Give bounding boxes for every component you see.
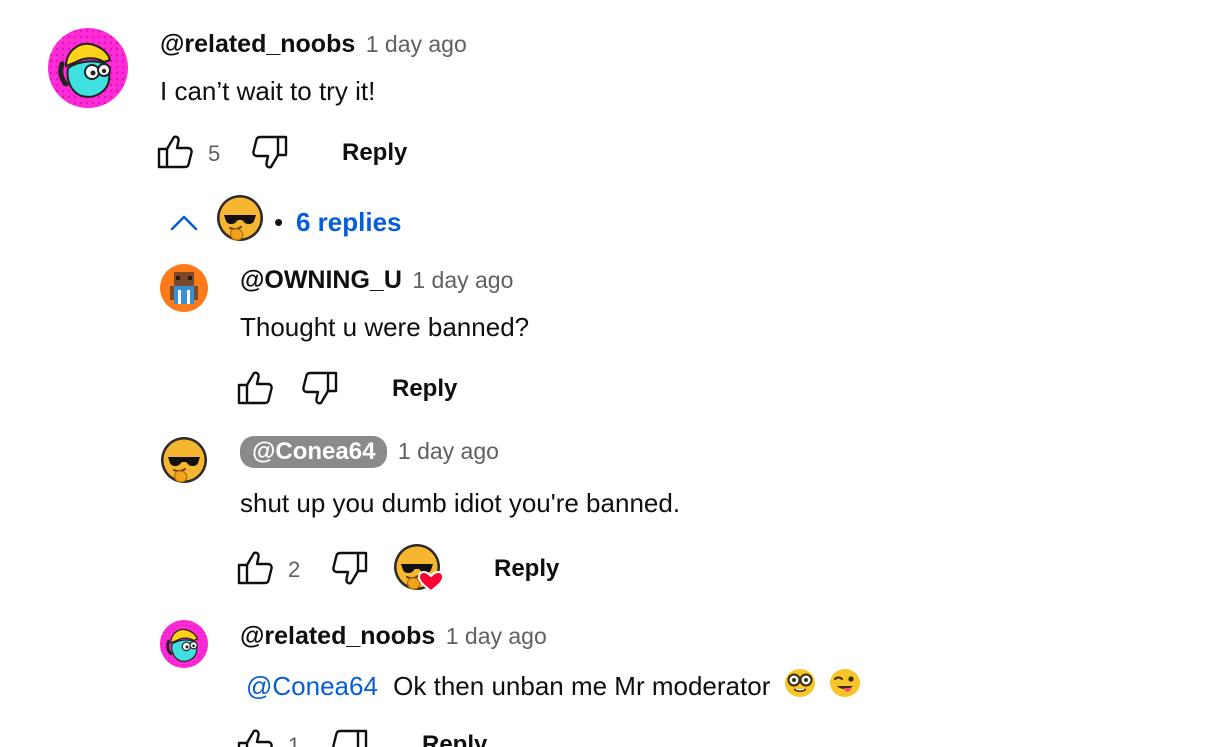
separator-dot: • (274, 207, 284, 237)
like-count: 5 (208, 141, 221, 166)
reply-text: shut up you dumb idiot you're banned. (240, 488, 681, 518)
reply-button[interactable]: Reply (392, 375, 457, 403)
reply-text-line: @Conea64 Ok then unban me Mr moderator (246, 668, 861, 702)
mention-link[interactable]: @Conea64 (246, 671, 378, 701)
user-avatar[interactable] (160, 436, 208, 484)
reply-timestamp[interactable]: 1 day ago (412, 267, 513, 293)
user-avatar[interactable] (48, 28, 128, 108)
user-avatar[interactable] (160, 620, 208, 668)
winking-tongue-emoji (829, 669, 860, 697)
creator-heart-icon (393, 543, 445, 593)
like-icon[interactable] (237, 369, 277, 409)
comment-text: I can’t wait to try it! (160, 76, 376, 106)
comment-thread: @related_noobs 1 day ago I can’t wait to… (0, 0, 1227, 747)
dislike-icon[interactable] (330, 549, 370, 589)
chevron-up-icon[interactable] (170, 212, 198, 232)
reply-text: Thought u were banned? (240, 312, 530, 342)
reply-timestamp[interactable]: 1 day ago (398, 438, 499, 464)
author-handle[interactable]: @related_noobs (240, 622, 435, 650)
dislike-icon[interactable] (330, 727, 370, 747)
reply-text: Ok then unban me Mr moderator (393, 671, 771, 701)
comment-timestamp[interactable]: 1 day ago (366, 31, 467, 57)
reply-header: @OWNING_U 1 day ago (240, 266, 513, 295)
creator-handle-chip[interactable]: @Conea64 (240, 436, 388, 468)
reply-button[interactable]: Reply (422, 731, 487, 747)
author-handle[interactable]: @related_noobs (160, 30, 355, 58)
like-count: 2 (288, 557, 301, 582)
like-icon[interactable] (237, 727, 277, 747)
like-icon[interactable] (237, 549, 277, 589)
comment-header: @related_noobs 1 day ago (160, 30, 467, 59)
like-icon[interactable] (157, 133, 197, 173)
dislike-icon[interactable] (250, 133, 290, 173)
reply-header: @related_noobs 1 day ago (240, 622, 547, 651)
reply-button[interactable]: Reply (494, 555, 559, 583)
replies-toggle-button[interactable]: 6 replies (296, 207, 402, 238)
reply-timestamp[interactable]: 1 day ago (446, 623, 547, 649)
author-handle[interactable]: @OWNING_U (240, 266, 402, 294)
like-count: 1 (288, 733, 301, 747)
dislike-icon[interactable] (300, 369, 340, 409)
replier-avatar (216, 194, 264, 242)
nerd-face-emoji (784, 669, 815, 697)
reply-button[interactable]: Reply (342, 139, 407, 167)
reply-header: @Conea64 1 day ago (240, 436, 499, 468)
user-avatar[interactable] (160, 264, 208, 312)
